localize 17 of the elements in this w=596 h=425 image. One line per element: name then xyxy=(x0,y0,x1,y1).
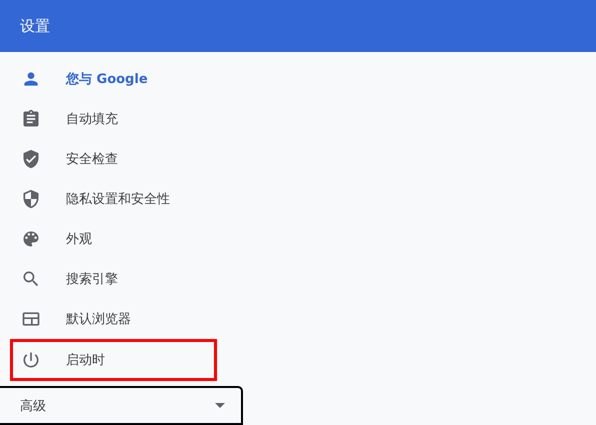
menu-item[interactable]: 搜索引擎 xyxy=(0,259,596,299)
shield-icon xyxy=(21,189,41,209)
menu-item[interactable]: 安全检查 xyxy=(0,139,596,179)
menu-item[interactable]: 外观 xyxy=(0,219,596,259)
shield-check-icon xyxy=(21,149,41,169)
advanced-label: 高级 xyxy=(20,398,46,414)
search-icon xyxy=(21,269,41,289)
highlighted-menu-item[interactable]: 启动时 xyxy=(10,339,217,381)
menu-item[interactable]: 隐私设置和安全性 xyxy=(0,179,596,219)
palette-icon xyxy=(21,229,41,249)
menu-item[interactable]: 您与 Google xyxy=(0,59,596,99)
clipboard-icon xyxy=(21,109,41,129)
menu-item[interactable]: 自动填充 xyxy=(0,99,596,139)
advanced-section[interactable]: 高级 xyxy=(0,386,243,425)
power-icon xyxy=(21,350,41,370)
page-title: 设置 xyxy=(20,16,50,36)
menu-item[interactable]: 默认浏览器 xyxy=(0,299,596,339)
